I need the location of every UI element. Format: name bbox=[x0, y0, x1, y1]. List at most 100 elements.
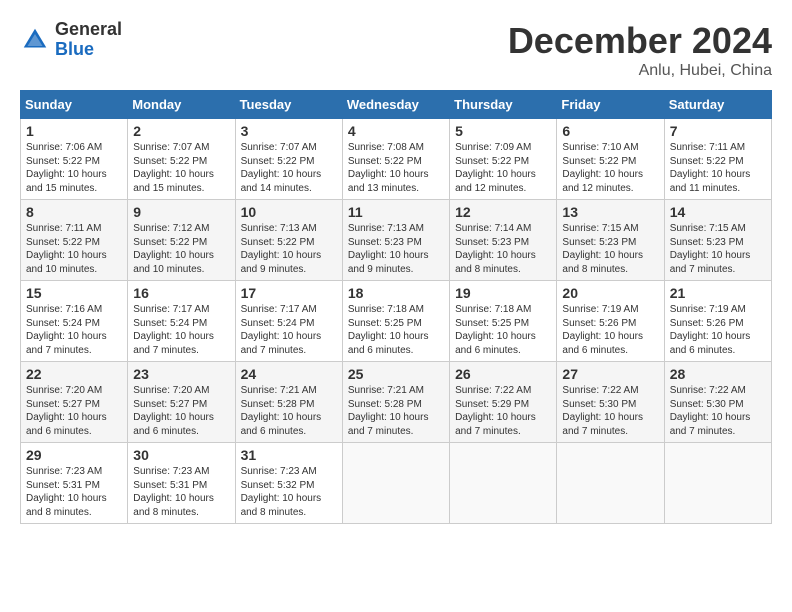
calendar-cell: 3 Sunrise: 7:07 AMSunset: 5:22 PMDaylight… bbox=[235, 119, 342, 200]
calendar-cell: 6 Sunrise: 7:10 AMSunset: 5:22 PMDaylight… bbox=[557, 119, 664, 200]
day-number: 17 bbox=[241, 285, 337, 301]
day-number: 26 bbox=[455, 366, 551, 382]
cell-text: Sunrise: 7:18 AMSunset: 5:25 PMDaylight:… bbox=[348, 304, 429, 356]
calendar-cell: 13 Sunrise: 7:15 AMSunset: 5:23 PMDayligh… bbox=[557, 200, 664, 281]
weekday-header: Wednesday bbox=[342, 91, 449, 119]
day-number: 21 bbox=[670, 285, 766, 301]
calendar-cell bbox=[557, 443, 664, 524]
calendar-cell: 4 Sunrise: 7:08 AMSunset: 5:22 PMDaylight… bbox=[342, 119, 449, 200]
calendar-cell: 5 Sunrise: 7:09 AMSunset: 5:22 PMDaylight… bbox=[450, 119, 557, 200]
day-number: 3 bbox=[241, 123, 337, 139]
cell-text: Sunrise: 7:18 AMSunset: 5:25 PMDaylight:… bbox=[455, 304, 536, 356]
day-number: 30 bbox=[133, 447, 229, 463]
calendar-cell: 24 Sunrise: 7:21 AMSunset: 5:28 PMDayligh… bbox=[235, 362, 342, 443]
day-number: 8 bbox=[26, 204, 122, 220]
day-number: 4 bbox=[348, 123, 444, 139]
cell-text: Sunrise: 7:21 AMSunset: 5:28 PMDaylight:… bbox=[241, 385, 322, 437]
day-number: 14 bbox=[670, 204, 766, 220]
day-number: 15 bbox=[26, 285, 122, 301]
weekday-header: Friday bbox=[557, 91, 664, 119]
day-number: 19 bbox=[455, 285, 551, 301]
calendar-cell: 26 Sunrise: 7:22 AMSunset: 5:29 PMDayligh… bbox=[450, 362, 557, 443]
calendar-cell: 22 Sunrise: 7:20 AMSunset: 5:27 PMDayligh… bbox=[21, 362, 128, 443]
calendar-cell: 12Sunrise: 7:14 AMSunset: 5:23 PMDayligh… bbox=[450, 200, 557, 281]
cell-text: Sunrise: 7:11 AMSunset: 5:22 PMDaylight:… bbox=[26, 223, 107, 275]
location-title: Anlu, Hubei, China bbox=[508, 62, 772, 80]
calendar-week-row: 22 Sunrise: 7:20 AMSunset: 5:27 PMDayligh… bbox=[21, 362, 772, 443]
calendar-cell: 15Sunrise: 7:16 AMSunset: 5:24 PMDayligh… bbox=[21, 281, 128, 362]
calendar-cell: 25 Sunrise: 7:21 AMSunset: 5:28 PMDayligh… bbox=[342, 362, 449, 443]
calendar-week-row: 15Sunrise: 7:16 AMSunset: 5:24 PMDayligh… bbox=[21, 281, 772, 362]
cell-text: Sunrise: 7:22 AMSunset: 5:30 PMDaylight:… bbox=[670, 385, 751, 437]
cell-text: Sunrise: 7:11 AMSunset: 5:22 PMDaylight:… bbox=[670, 142, 751, 194]
calendar-cell: 19 Sunrise: 7:18 AMSunset: 5:25 PMDayligh… bbox=[450, 281, 557, 362]
cell-text: Sunrise: 7:12 AMSunset: 5:22 PMDaylight:… bbox=[133, 223, 214, 275]
cell-text: Sunrise: 7:15 AMSunset: 5:23 PMDaylight:… bbox=[670, 223, 751, 275]
weekday-header: Saturday bbox=[664, 91, 771, 119]
logo: General Blue bbox=[20, 20, 122, 60]
day-number: 27 bbox=[562, 366, 658, 382]
day-number: 6 bbox=[562, 123, 658, 139]
calendar-cell: 28 Sunrise: 7:22 AMSunset: 5:30 PMDayligh… bbox=[664, 362, 771, 443]
day-number: 24 bbox=[241, 366, 337, 382]
weekday-header: Sunday bbox=[21, 91, 128, 119]
calendar-cell: 2Sunrise: 7:07 AMSunset: 5:22 PMDaylight… bbox=[128, 119, 235, 200]
calendar-cell: 17 Sunrise: 7:17 AMSunset: 5:24 PMDayligh… bbox=[235, 281, 342, 362]
day-number: 25 bbox=[348, 366, 444, 382]
logo-text: General Blue bbox=[55, 20, 122, 60]
day-number: 20 bbox=[562, 285, 658, 301]
calendar-cell: 23Sunrise: 7:20 AMSunset: 5:27 PMDayligh… bbox=[128, 362, 235, 443]
calendar-week-row: 29Sunrise: 7:23 AMSunset: 5:31 PMDayligh… bbox=[21, 443, 772, 524]
calendar-cell bbox=[664, 443, 771, 524]
calendar-cell: 9 Sunrise: 7:12 AMSunset: 5:22 PMDaylight… bbox=[128, 200, 235, 281]
cell-text: Sunrise: 7:08 AMSunset: 5:22 PMDaylight:… bbox=[348, 142, 429, 194]
calendar-cell bbox=[342, 443, 449, 524]
calendar-cell: 8 Sunrise: 7:11 AMSunset: 5:22 PMDaylight… bbox=[21, 200, 128, 281]
calendar-cell: 31Sunrise: 7:23 AMSunset: 5:32 PMDayligh… bbox=[235, 443, 342, 524]
cell-text: Sunrise: 7:07 AMSunset: 5:22 PMDaylight:… bbox=[241, 142, 322, 194]
cell-text: Sunrise: 7:23 AMSunset: 5:31 PMDaylight:… bbox=[26, 466, 107, 518]
cell-text: Sunrise: 7:20 AMSunset: 5:27 PMDaylight:… bbox=[26, 385, 107, 437]
calendar-cell: 21Sunrise: 7:19 AMSunset: 5:26 PMDayligh… bbox=[664, 281, 771, 362]
logo-blue: Blue bbox=[55, 40, 122, 60]
calendar-week-row: 8 Sunrise: 7:11 AMSunset: 5:22 PMDaylight… bbox=[21, 200, 772, 281]
cell-text: Sunrise: 7:21 AMSunset: 5:28 PMDaylight:… bbox=[348, 385, 429, 437]
cell-text: Sunrise: 7:09 AMSunset: 5:22 PMDaylight:… bbox=[455, 142, 536, 194]
cell-text: Sunrise: 7:13 AMSunset: 5:22 PMDaylight:… bbox=[241, 223, 322, 275]
calendar-cell: 11 Sunrise: 7:13 AMSunset: 5:23 PMDayligh… bbox=[342, 200, 449, 281]
day-number: 18 bbox=[348, 285, 444, 301]
cell-text: Sunrise: 7:22 AMSunset: 5:30 PMDaylight:… bbox=[562, 385, 643, 437]
calendar-body: 1Sunrise: 7:06 AMSunset: 5:22 PMDaylight… bbox=[21, 119, 772, 524]
calendar-cell: 29Sunrise: 7:23 AMSunset: 5:31 PMDayligh… bbox=[21, 443, 128, 524]
day-number: 28 bbox=[670, 366, 766, 382]
cell-text: Sunrise: 7:10 AMSunset: 5:22 PMDaylight:… bbox=[562, 142, 643, 194]
day-number: 11 bbox=[348, 204, 444, 220]
day-number: 1 bbox=[26, 123, 122, 139]
cell-text: Sunrise: 7:13 AMSunset: 5:23 PMDaylight:… bbox=[348, 223, 429, 275]
calendar-cell: 30Sunrise: 7:23 AMSunset: 5:31 PMDayligh… bbox=[128, 443, 235, 524]
cell-text: Sunrise: 7:17 AMSunset: 5:24 PMDaylight:… bbox=[133, 304, 214, 356]
cell-text: Sunrise: 7:15 AMSunset: 5:23 PMDaylight:… bbox=[562, 223, 643, 275]
calendar-cell: 27 Sunrise: 7:22 AMSunset: 5:30 PMDayligh… bbox=[557, 362, 664, 443]
day-number: 5 bbox=[455, 123, 551, 139]
cell-text: Sunrise: 7:17 AMSunset: 5:24 PMDaylight:… bbox=[241, 304, 322, 356]
calendar-cell bbox=[450, 443, 557, 524]
day-number: 22 bbox=[26, 366, 122, 382]
calendar-cell: 20 Sunrise: 7:19 AMSunset: 5:26 PMDayligh… bbox=[557, 281, 664, 362]
cell-text: Sunrise: 7:22 AMSunset: 5:29 PMDaylight:… bbox=[455, 385, 536, 437]
day-number: 10 bbox=[241, 204, 337, 220]
calendar-cell: 16 Sunrise: 7:17 AMSunset: 5:24 PMDayligh… bbox=[128, 281, 235, 362]
day-number: 9 bbox=[133, 204, 229, 220]
title-area: December 2024 Anlu, Hubei, China bbox=[508, 20, 772, 80]
day-number: 2 bbox=[133, 123, 229, 139]
day-number: 31 bbox=[241, 447, 337, 463]
cell-text: Sunrise: 7:19 AMSunset: 5:26 PMDaylight:… bbox=[562, 304, 643, 356]
calendar-cell: 14 Sunrise: 7:15 AMSunset: 5:23 PMDayligh… bbox=[664, 200, 771, 281]
logo-icon bbox=[20, 25, 50, 55]
cell-text: Sunrise: 7:20 AMSunset: 5:27 PMDaylight:… bbox=[133, 385, 214, 437]
header: General Blue December 2024 Anlu, Hubei, … bbox=[20, 20, 772, 80]
weekday-header: Monday bbox=[128, 91, 235, 119]
day-number: 16 bbox=[133, 285, 229, 301]
day-number: 13 bbox=[562, 204, 658, 220]
calendar-cell: 18 Sunrise: 7:18 AMSunset: 5:25 PMDayligh… bbox=[342, 281, 449, 362]
